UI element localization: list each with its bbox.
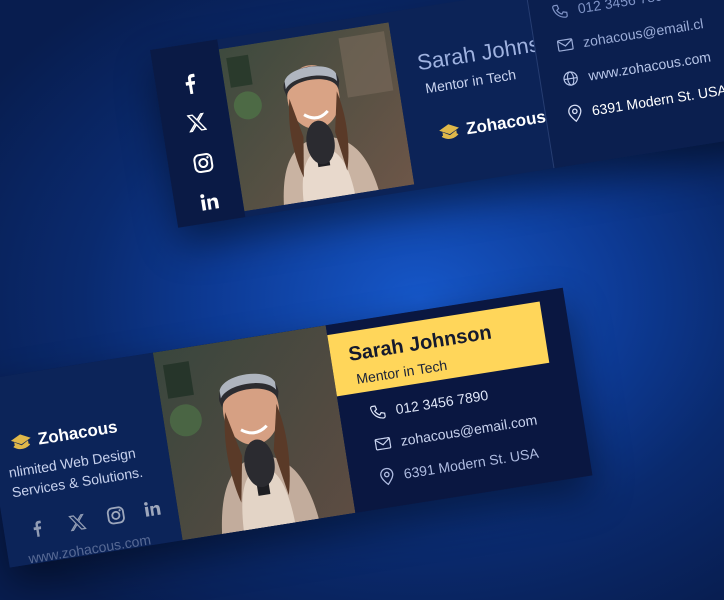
email-row: zohacous@email.cl bbox=[556, 15, 704, 54]
address-text: 6391 Modern St. USA bbox=[590, 81, 724, 119]
graduation-cap-icon bbox=[439, 124, 459, 139]
brand-panel: Zohacous nlimited Web Design Services & … bbox=[0, 352, 183, 568]
mail-icon bbox=[556, 38, 574, 52]
mail-icon bbox=[374, 437, 392, 451]
brand-logo: Zohacous bbox=[437, 107, 547, 144]
business-card-bottom: Zohacous nlimited Web Design Services & … bbox=[0, 287, 593, 568]
phone-icon bbox=[552, 4, 568, 18]
phone-text: 012 3456 7890 bbox=[576, 0, 672, 17]
globe-icon bbox=[563, 71, 578, 86]
profile-photo bbox=[218, 22, 415, 212]
website-text: www.zohacous.com bbox=[587, 48, 712, 84]
email-text: zohacous@email.cl bbox=[581, 15, 705, 51]
x-icon[interactable] bbox=[186, 112, 208, 133]
brand-name: Zohacous bbox=[36, 417, 119, 449]
contact-panel: Sarah Johnson Mentor in Tech 012 3456 78… bbox=[325, 287, 593, 513]
profile-photo bbox=[152, 325, 356, 541]
linkedin-icon[interactable] bbox=[199, 191, 220, 212]
facebook-icon[interactable] bbox=[182, 73, 197, 95]
x-icon[interactable] bbox=[68, 513, 87, 532]
instagram-icon[interactable] bbox=[106, 505, 127, 526]
address-text: 6391 Modern St. USA bbox=[402, 444, 540, 482]
address-row: 6391 Modern St. USA bbox=[567, 80, 724, 123]
name-banner: Sarah Johnson Mentor in Tech bbox=[327, 301, 550, 397]
phone-row: 012 3456 7890 bbox=[551, 0, 671, 21]
address-row: 6391 Modern St. USA bbox=[379, 444, 540, 487]
location-pin-icon bbox=[568, 104, 582, 123]
contact-panel: 012 3456 7890 zohacous@email.cl www.zoha… bbox=[525, 0, 724, 169]
linkedin-icon[interactable] bbox=[143, 499, 161, 517]
graduation-cap-icon bbox=[10, 434, 31, 450]
location-pin-icon bbox=[380, 467, 394, 486]
business-card-top: Sarah Johnson Mentor in Tech Zohacous 01… bbox=[150, 0, 724, 228]
instagram-icon[interactable] bbox=[192, 152, 215, 175]
facebook-icon[interactable] bbox=[31, 520, 43, 537]
email-text: zohacous@email.com bbox=[399, 411, 539, 449]
website-row: www.zohacous.com bbox=[561, 48, 712, 87]
phone-text: 012 3456 7890 bbox=[394, 386, 490, 418]
website-partial: www.zohacous.com bbox=[27, 531, 152, 567]
phone-icon bbox=[370, 405, 386, 419]
phone-row: 012 3456 7890 bbox=[369, 387, 489, 421]
brand-name: Zohacous bbox=[464, 107, 548, 139]
